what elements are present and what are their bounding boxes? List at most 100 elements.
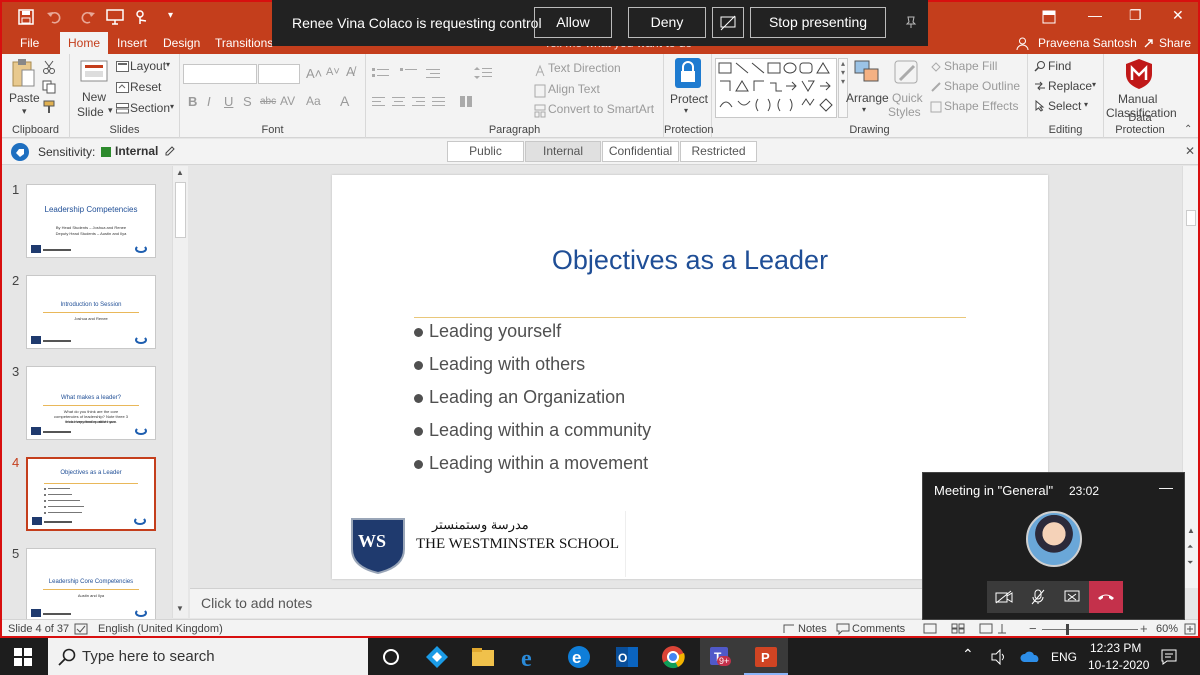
shape-effects-button[interactable]: Shape Effects: [944, 99, 1019, 113]
quick-styles-line1[interactable]: Quick: [892, 91, 923, 105]
scroll-up-icon[interactable]: ▲: [176, 168, 184, 177]
next-slide-icon[interactable]: ⏷: [1187, 558, 1193, 568]
arrange-button[interactable]: Arrange: [846, 91, 889, 105]
scrollbar-thumb[interactable]: [175, 182, 186, 238]
select-dropdown-icon[interactable]: ▾: [1084, 100, 1088, 109]
pin-icon[interactable]: [904, 15, 918, 29]
zoom-slider-thumb[interactable]: [1066, 624, 1069, 635]
redo-icon[interactable]: [80, 9, 96, 25]
language-indicator[interactable]: ENG: [1051, 650, 1077, 664]
shape-fill-button[interactable]: Shape Fill: [944, 59, 997, 73]
list-buttons-icon[interactable]: [372, 66, 452, 80]
ribbon-display-icon[interactable]: [1042, 10, 1056, 24]
new-slide-dropdown-icon[interactable]: ▾: [108, 105, 113, 116]
zoom-in-button[interactable]: +: [1140, 621, 1148, 636]
edit-pencil-icon[interactable]: [164, 145, 176, 157]
minimize-icon[interactable]: —: [1088, 7, 1102, 23]
comments-button[interactable]: Comments: [852, 623, 905, 635]
spelling-check-icon[interactable]: [74, 623, 88, 635]
italic-button[interactable]: I: [207, 94, 211, 109]
volume-icon[interactable]: [990, 649, 1008, 665]
collapse-ribbon-icon[interactable]: ⌃: [1184, 124, 1192, 135]
sensitivity-restricted-button[interactable]: Restricted: [680, 141, 757, 162]
taskbar-search-box[interactable]: Type here to search: [48, 638, 368, 675]
bullet-item[interactable]: Leading yourself: [414, 321, 561, 342]
protect-button[interactable]: Protect: [670, 92, 708, 106]
cut-icon[interactable]: [42, 60, 56, 74]
notes-button[interactable]: Notes: [798, 623, 827, 635]
alignment-buttons-icon[interactable]: [372, 96, 522, 110]
replace-button[interactable]: Replace: [1048, 79, 1092, 93]
mcafee-shield-icon[interactable]: [1124, 58, 1154, 90]
tab-transitions[interactable]: Transitions: [215, 36, 273, 50]
camera-toggle-button[interactable]: [987, 581, 1021, 613]
select-button[interactable]: Select: [1048, 99, 1081, 113]
language-indicator[interactable]: English (United Kingdom): [98, 623, 223, 635]
bullet-item[interactable]: Leading with others: [414, 354, 585, 375]
copy-icon[interactable]: [42, 80, 56, 94]
view-buttons-icon[interactable]: [922, 622, 1012, 636]
outlook-icon[interactable]: O: [614, 644, 640, 670]
sensitivity-confidential-button[interactable]: Confidential: [602, 141, 679, 162]
new-slide-icon[interactable]: [80, 60, 108, 84]
reset-button[interactable]: Reset: [130, 80, 161, 94]
task-view-icon[interactable]: [378, 644, 404, 670]
font-size-dropdown[interactable]: [258, 64, 300, 84]
shapes-gallery-more-icon[interactable]: ▴ ▾ ▾: [838, 58, 848, 118]
bullet-item[interactable]: Leading within a movement: [414, 453, 648, 474]
close-sensitivity-icon[interactable]: ✕: [1185, 144, 1195, 158]
editor-scrollbar-thumb[interactable]: [1186, 210, 1196, 226]
share-screen-button[interactable]: [1055, 581, 1089, 613]
section-button[interactable]: Section: [130, 101, 170, 115]
teams-taskbar-button[interactable]: T 9+: [700, 638, 744, 675]
previous-slide-icon[interactable]: ⏶: [1187, 542, 1193, 552]
teams-meeting-window[interactable]: Meeting in "General" 23:02 —: [922, 472, 1185, 620]
section-dropdown-icon[interactable]: ▾: [170, 102, 174, 111]
zoom-out-button[interactable]: −: [1029, 621, 1037, 636]
shapes-gallery[interactable]: [715, 58, 837, 118]
font-name-dropdown[interactable]: [183, 64, 257, 84]
clock-time[interactable]: 12:23 PM: [1090, 641, 1141, 655]
zoom-level[interactable]: 60%: [1156, 623, 1178, 635]
chrome-icon[interactable]: [660, 644, 686, 670]
stop-presenting-button[interactable]: Stop presenting: [750, 7, 886, 38]
paste-dropdown-icon[interactable]: ▾: [22, 106, 27, 117]
format-painter-icon[interactable]: [42, 100, 56, 114]
scroll-down-icon[interactable]: ▼: [176, 604, 184, 613]
tab-design[interactable]: Design: [163, 36, 200, 50]
align-text-button[interactable]: Align Text: [548, 82, 600, 96]
clock-date[interactable]: 10-12-2020: [1088, 658, 1149, 672]
grow-font-icon[interactable]: A˄: [306, 66, 322, 81]
arrange-icon[interactable]: [854, 60, 880, 84]
manual-classification-line1[interactable]: Manual: [1118, 92, 1157, 106]
protect-dropdown-icon[interactable]: ▾: [684, 106, 688, 115]
font-color-button[interactable]: A: [340, 93, 349, 109]
layout-dropdown-icon[interactable]: ▾: [166, 60, 170, 69]
new-slide-button-line1[interactable]: New: [82, 90, 106, 104]
customize-icon[interactable]: ▾: [168, 10, 173, 21]
slide-title[interactable]: Objectives as a Leader: [332, 245, 1048, 276]
bullet-item[interactable]: Leading an Organization: [414, 387, 625, 408]
slides-pane-scrollbar[interactable]: ▲ ▼: [172, 166, 188, 618]
edge-icon[interactable]: e: [566, 644, 592, 670]
change-case-button[interactable]: Aa: [306, 94, 321, 108]
sensitivity-public-button[interactable]: Public: [447, 141, 524, 162]
shape-outline-button[interactable]: Shape Outline: [944, 79, 1020, 93]
close-icon[interactable]: ✕: [1172, 7, 1184, 24]
allow-button[interactable]: Allow: [534, 7, 612, 38]
zoom-slider[interactable]: [1042, 629, 1138, 630]
convert-smartart-button[interactable]: Convert to SmartArt: [548, 102, 654, 116]
slide-thumbnail-3[interactable]: What makes a leader? What do you think a…: [26, 366, 156, 440]
save-icon[interactable]: [18, 9, 34, 25]
sensitivity-internal-button[interactable]: Internal: [525, 141, 601, 162]
tab-home[interactable]: Home: [60, 32, 109, 54]
find-button[interactable]: Find: [1048, 59, 1071, 73]
notes-placeholder[interactable]: Click to add notes: [201, 595, 312, 611]
line-spacing-icon[interactable]: [474, 66, 494, 80]
quick-styles-line2[interactable]: Styles: [888, 105, 921, 119]
stop-sharing-system-audio-button[interactable]: [712, 7, 744, 38]
file-explorer-icon[interactable]: [470, 644, 496, 670]
share-button[interactable]: Share: [1159, 36, 1191, 50]
onedrive-icon[interactable]: [1020, 651, 1040, 663]
clear-formatting-icon[interactable]: A̸: [346, 64, 355, 79]
